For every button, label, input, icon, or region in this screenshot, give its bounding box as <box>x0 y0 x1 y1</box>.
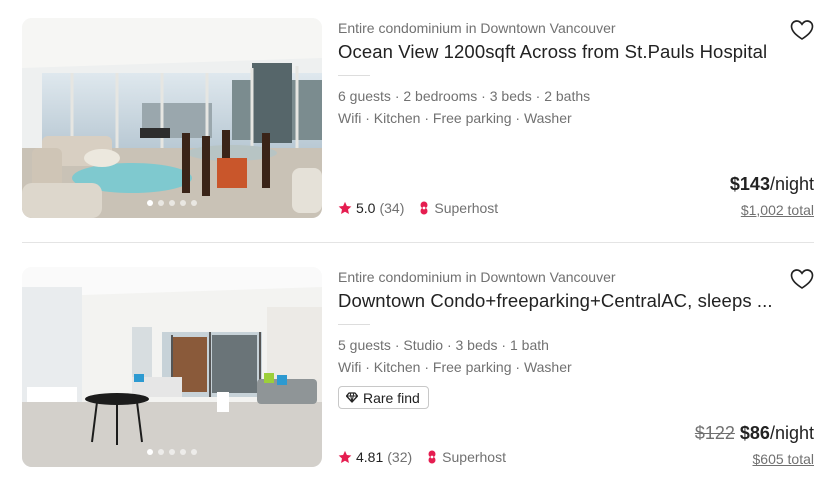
listing-details: 5 guests · Studio · 3 beds · 1 bath <box>338 337 549 353</box>
listing-info: Entire condominium in Downtown Vancouver… <box>338 18 814 218</box>
listing-photo[interactable] <box>22 18 322 218</box>
carousel-dot <box>147 200 153 206</box>
rating-row: 5.0 (34) Superhost <box>338 198 498 218</box>
carousel-dot <box>191 200 197 206</box>
listing-title[interactable]: Downtown Condo+freeparking+CentralAC, sl… <box>338 290 773 312</box>
listing-title[interactable]: Ocean View 1200sqft Across from St.Pauls… <box>338 41 767 63</box>
carousel-dot <box>158 200 164 206</box>
carousel-dot <box>169 449 175 455</box>
review-count: (34) <box>379 200 405 216</box>
rating-row: 4.81 (32) Superhost <box>338 447 506 467</box>
diamond-icon <box>346 392 358 403</box>
rating-score: 4.81 <box>356 449 384 465</box>
listing-card[interactable]: Entire condominium in Downtown Vancouver… <box>22 267 814 467</box>
listing-info: Entire condominium in Downtown Vancouver… <box>338 267 814 467</box>
carousel-dot <box>169 200 175 206</box>
living-room-photo <box>22 18 322 218</box>
studio-photo <box>22 267 322 467</box>
listing-card[interactable]: Entire condominium in Downtown Vancouver… <box>22 18 814 218</box>
rating-score: 5.0 <box>356 200 376 216</box>
star-icon <box>338 450 352 463</box>
listing-details: 6 guests · 2 bedrooms · 3 beds · 2 baths <box>338 88 591 104</box>
listing-divider <box>22 242 814 243</box>
badge-label: Rare find <box>363 389 420 406</box>
carousel-dot <box>191 449 197 455</box>
listing-amenities: Wifi · Kitchen · Free parking · Washer <box>338 110 572 126</box>
total-price-link[interactable]: $605 total <box>753 451 815 467</box>
listing-subtitle: Entire condominium in Downtown Vancouver <box>338 20 616 36</box>
price-amount: $143 <box>729 174 770 194</box>
divider <box>338 324 370 325</box>
divider <box>338 75 370 76</box>
star-icon <box>338 201 352 214</box>
superhost-label: Superhost <box>434 200 499 216</box>
listing-amenities: Wifi · Kitchen · Free parking · Washer <box>338 359 572 375</box>
heart-icon[interactable] <box>790 267 814 291</box>
price-per-night: $143/night <box>730 174 814 195</box>
price-amount: $86 <box>739 423 770 443</box>
original-price: $122 <box>694 423 735 443</box>
price-unit: /night <box>769 423 814 443</box>
carousel-dot <box>180 449 186 455</box>
rare-find-badge: Rare find <box>338 386 429 409</box>
price-unit: /night <box>769 174 814 194</box>
price-per-night: $122 $86/night <box>695 423 814 444</box>
total-price-link[interactable]: $1,002 total <box>741 202 814 218</box>
superhost-label: Superhost <box>442 449 506 465</box>
heart-icon[interactable] <box>790 18 814 42</box>
superhost-medal-icon <box>428 450 436 464</box>
carousel-dot <box>180 200 186 206</box>
carousel-dot <box>158 449 164 455</box>
review-count: (32) <box>387 449 413 465</box>
photo-carousel-dots <box>22 200 322 206</box>
photo-carousel-dots <box>22 449 322 455</box>
carousel-dot <box>147 449 153 455</box>
listing-photo[interactable] <box>22 267 322 467</box>
superhost-medal-icon <box>420 201 428 215</box>
listing-subtitle: Entire condominium in Downtown Vancouver <box>338 269 616 285</box>
